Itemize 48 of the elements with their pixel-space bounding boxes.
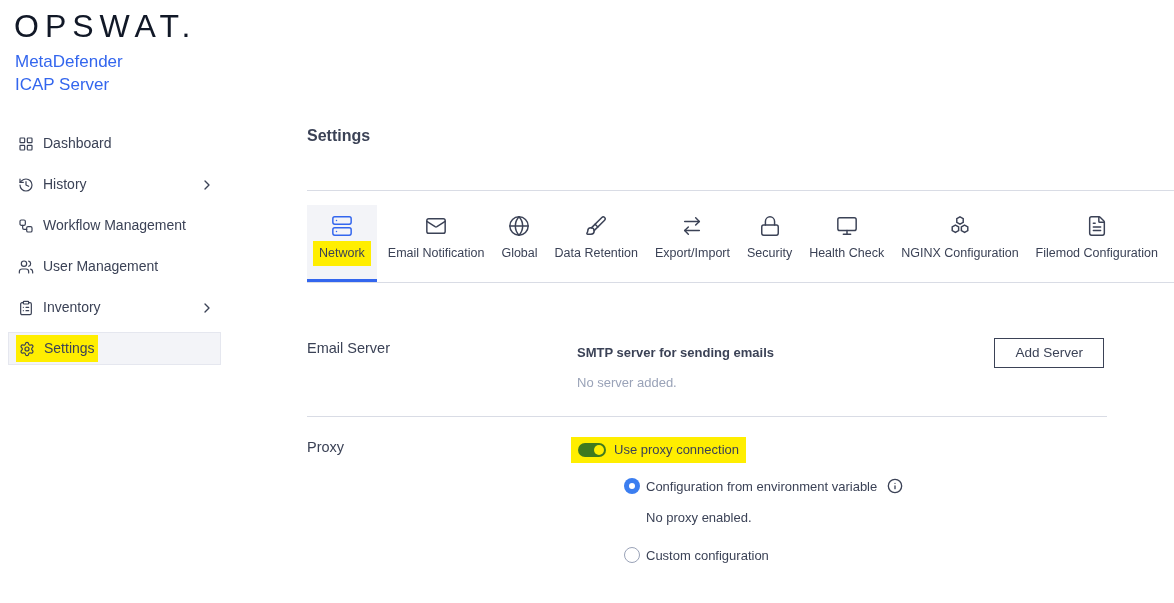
lock-icon <box>758 215 781 237</box>
settings-tab[interactable]: Email Notification <box>381 205 491 282</box>
workflow-icon <box>18 217 34 234</box>
radio-label: Configuration from environment variable <box>646 477 878 496</box>
history-icon <box>18 176 34 193</box>
sidebar-item[interactable]: User Management <box>8 250 221 283</box>
settings-tab[interactable]: Health Check <box>803 205 891 282</box>
sidebar-item[interactable]: Settings <box>8 332 221 365</box>
settings-tab[interactable]: NGINX Configuration <box>895 205 1025 282</box>
settings-tab[interactable]: Security <box>741 205 799 282</box>
settings-tab[interactable]: Filemod Configuration <box>1029 205 1164 282</box>
sidebar-label: Inventory <box>43 298 101 317</box>
server-icon <box>330 215 353 237</box>
page-title: Settings <box>307 126 372 146</box>
sidebar-label: Workflow Management <box>43 216 186 235</box>
globe-icon <box>508 215 531 237</box>
settings-tab[interactable]: Global <box>495 205 544 282</box>
sidebar-item[interactable]: Workflow Management <box>8 209 221 242</box>
mail-icon <box>425 215 448 237</box>
settings-tab[interactable]: Network <box>307 205 377 282</box>
sidebar-label: Settings <box>44 339 95 358</box>
sidebar-item[interactable]: Inventory <box>8 291 221 324</box>
sidebar-label: History <box>43 175 87 194</box>
product-name: MetaDefender <box>15 51 124 73</box>
radio-label: Custom configuration <box>646 546 769 565</box>
brush-icon <box>585 215 608 237</box>
sidebar-item[interactable]: History <box>8 168 221 201</box>
settings-tab[interactable]: Export/Import <box>648 205 736 282</box>
settings-icon <box>19 340 35 357</box>
users-icon <box>18 258 34 275</box>
settings-tab[interactable]: Data Retention <box>548 205 644 282</box>
sidebar-item[interactable]: Dashboard <box>8 127 221 160</box>
add-server-button[interactable]: Add Server <box>994 338 1104 368</box>
section-heading: Proxy <box>307 438 346 457</box>
toggle-label: Use proxy connection <box>614 441 739 459</box>
status-text: No server added. <box>577 373 678 392</box>
monitor-icon <box>835 215 858 237</box>
grid-icon <box>18 135 34 152</box>
brand-logo: OPSWAT. <box>14 8 197 44</box>
sidebar-label: User Management <box>43 257 159 276</box>
radio-button[interactable] <box>624 478 640 495</box>
product-name: ICAP Server <box>15 74 111 96</box>
section-title: SMTP server for sending emails <box>577 344 775 362</box>
note-text: No proxy enabled. <box>645 509 753 527</box>
section-heading: Email Server <box>307 339 391 358</box>
clipboard-icon <box>18 299 34 316</box>
toggle-switch[interactable] <box>578 442 606 457</box>
sidebar-label: Dashboard <box>43 134 112 153</box>
